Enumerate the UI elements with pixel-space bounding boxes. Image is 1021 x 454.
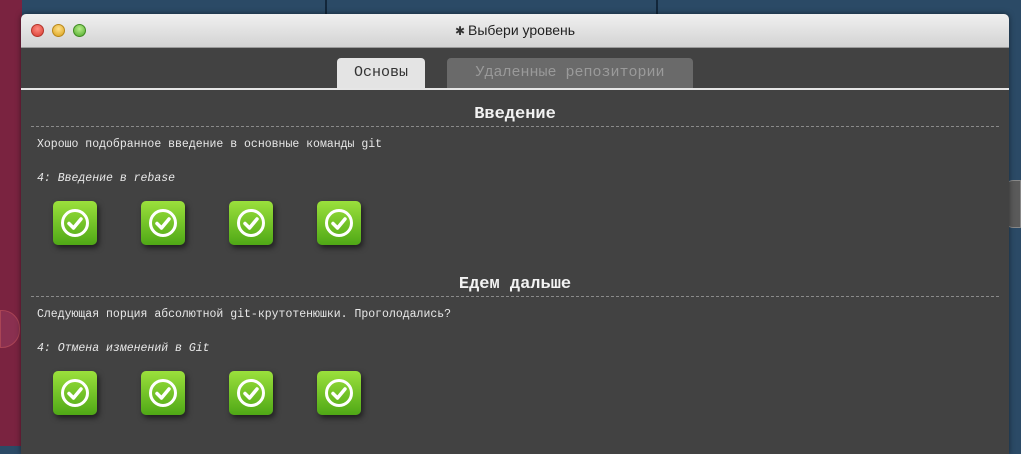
background-divider <box>656 0 658 14</box>
tab-bar: Основы Удаленные репозитории <box>21 48 1009 90</box>
background-left-panel <box>0 0 22 446</box>
level-button-4[interactable] <box>317 201 361 245</box>
background-divider <box>325 0 327 14</box>
level-button-1[interactable] <box>53 371 97 415</box>
window-title-text: Выбери уровень <box>468 22 576 38</box>
checkmark-icon <box>61 379 89 407</box>
section-description: Хорошо подобранное введение в основные к… <box>37 138 383 151</box>
checkmark-icon <box>325 379 353 407</box>
level-button-3[interactable] <box>229 201 273 245</box>
selected-level-name: 4: Введение в rebase <box>37 172 176 185</box>
selected-level-name: 4: Отмена изменений в Git <box>37 342 210 355</box>
section-title: Введение <box>474 105 556 124</box>
section-next-steps: Едем дальше Следующая порция абсолютной … <box>21 274 1009 419</box>
checkmark-icon <box>325 209 353 237</box>
level-button-2[interactable] <box>141 201 185 245</box>
checkmark-icon <box>237 379 265 407</box>
section-description: Следующая порция абсолютной git-крутотен… <box>37 308 452 321</box>
level-button-1[interactable] <box>53 201 97 245</box>
checkmark-icon <box>149 379 177 407</box>
level-button-2[interactable] <box>141 371 185 415</box>
level-button-3[interactable] <box>229 371 273 415</box>
level-buttons <box>21 201 1009 249</box>
tab-basics[interactable]: Основы <box>337 58 425 88</box>
gear-icon: ✱ <box>454 24 465 38</box>
window-title: ✱ Выбери уровень <box>21 22 1009 38</box>
section-title: Едем дальше <box>458 275 572 294</box>
checkmark-icon <box>237 209 265 237</box>
window-titlebar: ✱ Выбери уровень <box>21 14 1009 48</box>
section-intro: Введение Хорошо подобранное введение в о… <box>21 104 1009 249</box>
level-buttons <box>21 371 1009 419</box>
checkmark-icon <box>149 209 177 237</box>
checkmark-icon <box>61 209 89 237</box>
level-button-4[interactable] <box>317 371 361 415</box>
tab-remote-repositories[interactable]: Удаленные репозитории <box>447 58 693 88</box>
level-select-window: ✱ Выбери уровень Основы Удаленные репозит… <box>21 14 1009 454</box>
